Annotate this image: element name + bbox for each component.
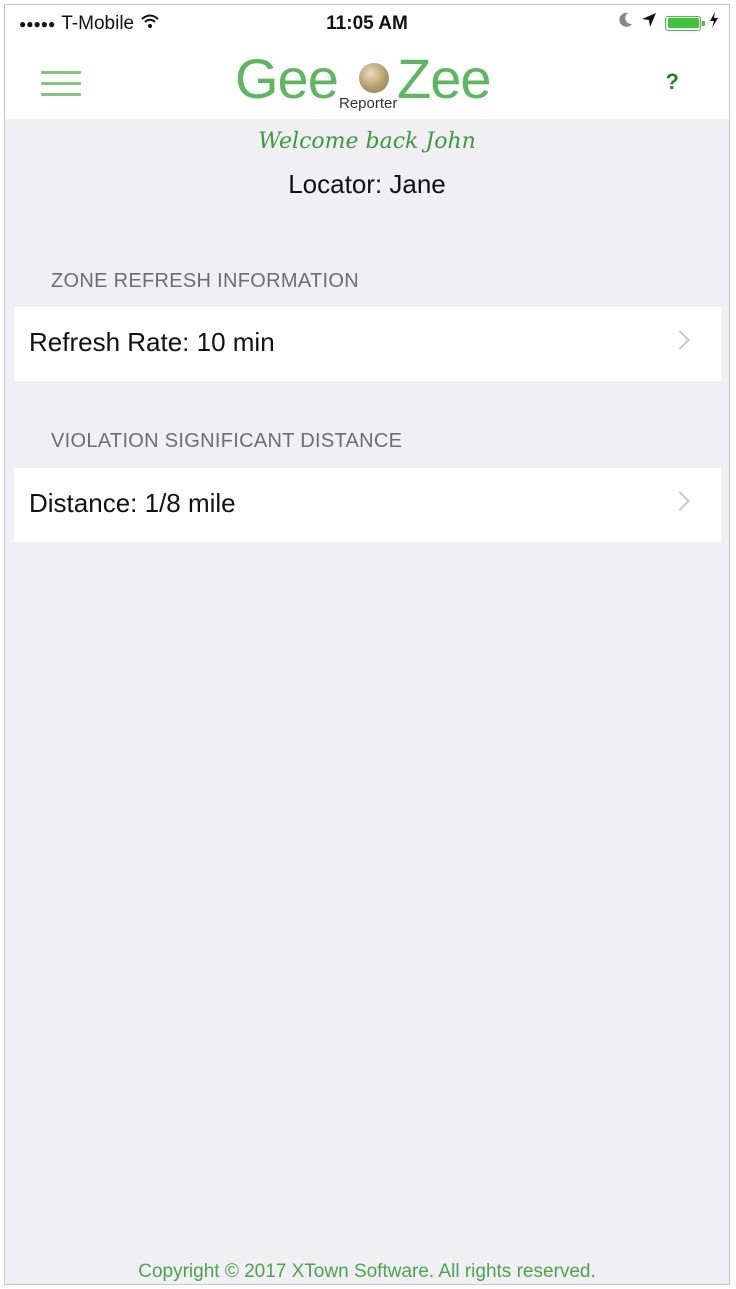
location-arrow-icon: [641, 12, 657, 34]
hamburger-icon-line: [41, 82, 81, 85]
help-button[interactable]: ?: [666, 69, 679, 95]
app-logo: Gee Zee Reporter: [231, 47, 511, 117]
navigation-bar: Gee Zee Reporter ?: [5, 45, 729, 119]
distance-label: Distance: 1/8 mile: [29, 488, 236, 518]
section-header-violation-distance: VIOLATION SIGNIFICANT DISTANCE: [51, 430, 403, 452]
hamburger-icon-line: [41, 93, 81, 96]
moon-icon: [619, 12, 633, 34]
app-screen: ●●●●● T-Mobile 11:05 AM Gee Zee Reporter…: [4, 4, 730, 1285]
section-header-zone-refresh: ZONE REFRESH INFORMATION: [51, 270, 359, 292]
globe-house-icon: [359, 63, 389, 93]
logo-text-right: Zee: [397, 47, 491, 110]
bolt-icon: [709, 12, 719, 34]
refresh-rate-row[interactable]: Refresh Rate: 10 min: [14, 307, 721, 381]
chevron-right-icon: [670, 330, 690, 350]
hamburger-menu-button[interactable]: [41, 67, 83, 99]
battery-icon: [665, 15, 705, 31]
status-right: [619, 12, 719, 34]
battery-fill: [667, 18, 699, 28]
distance-row[interactable]: Distance: 1/8 mile: [14, 468, 721, 542]
logo-text-left: Gee: [235, 47, 339, 110]
refresh-rate-label: Refresh Rate: 10 min: [29, 327, 275, 357]
battery-tip: [702, 20, 705, 26]
locator-name: Locator: Jane: [288, 169, 446, 199]
hamburger-icon: [41, 71, 81, 74]
welcome-message: Welcome back John: [258, 129, 476, 154]
chevron-right-icon: [670, 491, 690, 511]
status-bar: ●●●●● T-Mobile 11:05 AM: [5, 5, 729, 45]
logo-subtitle: Reporter: [339, 95, 398, 112]
copyright-footer: Copyright © 2017 XTown Software. All rig…: [138, 1261, 596, 1282]
